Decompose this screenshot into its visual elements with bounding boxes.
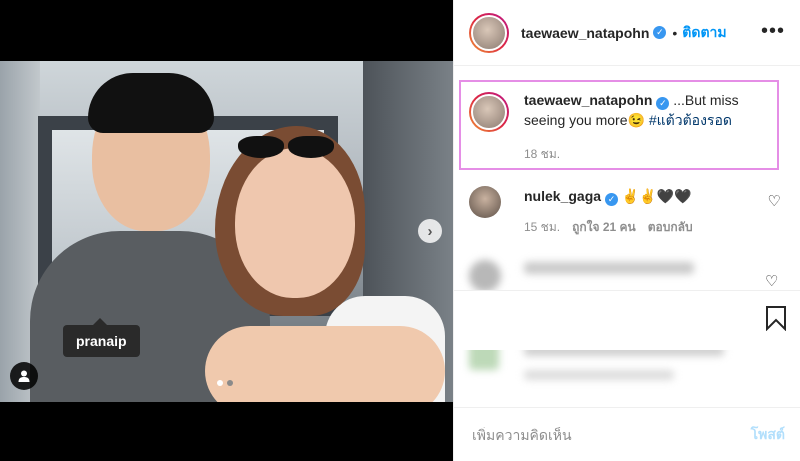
post-button[interactable]: โพสต์ <box>751 424 785 446</box>
comment-username[interactable]: nulek_gaga <box>524 188 601 204</box>
follow-button[interactable]: ติดตาม <box>682 22 726 44</box>
heart-icon[interactable]: ♡ <box>768 192 781 210</box>
avatar[interactable] <box>469 92 509 132</box>
caption-timestamp[interactable]: 18 ชม. <box>524 145 779 164</box>
action-bar: ♡ <box>454 273 800 350</box>
comment-text: ✌✌🖤🖤 <box>621 188 692 204</box>
bookmark-icon[interactable] <box>765 305 787 331</box>
user-tag-label[interactable]: pranaip <box>63 318 140 357</box>
header-username[interactable]: taewaew_natapohn <box>521 25 649 41</box>
carousel-dot <box>227 380 233 386</box>
post-sidebar: taewaew_natapohn ✓ • ติดตาม ••• taewaew_… <box>453 0 800 461</box>
heart-icon[interactable]: ♡ <box>765 272 778 290</box>
avatar[interactable] <box>469 186 501 218</box>
media-pane: pranaip › <box>0 0 453 461</box>
comment-likes[interactable]: ถูกใจ 21 คน <box>572 218 636 237</box>
comment-item: nulek_gaga ✓ ✌✌🖤🖤 15 ชม. ถูกใจ 21 คน ตอบก… <box>469 186 789 237</box>
reply-button[interactable]: ตอบกลับ <box>648 218 693 237</box>
verified-badge-icon: ✓ <box>653 26 667 39</box>
sunglasses <box>230 136 340 160</box>
verified-badge-icon: ✓ <box>656 96 670 110</box>
carousel-indicator <box>217 380 233 386</box>
avatar[interactable] <box>469 12 509 53</box>
separator-bullet: • <box>672 24 678 41</box>
comment-timestamp[interactable]: 15 ชม. <box>524 218 560 237</box>
caption-username[interactable]: taewaew_natapohn <box>524 92 652 108</box>
comment-input[interactable] <box>472 426 751 443</box>
more-options-icon[interactable]: ••• <box>761 21 785 41</box>
verified-badge-icon: ✓ <box>605 192 619 206</box>
hashtag-link[interactable]: #แต้วต้องรอด <box>649 112 732 128</box>
user-icon[interactable] <box>10 362 38 390</box>
post-header: taewaew_natapohn ✓ • ติดตาม ••• <box>454 0 800 66</box>
photo-person-woman <box>205 126 445 402</box>
instagram-post-view: pranaip › taewaew_natapohn ✓ • ติดตาม ••… <box>0 0 800 461</box>
carousel-dot-active <box>217 380 223 386</box>
post-caption: taewaew_natapohn ✓ ...But miss seeing you… <box>469 90 779 164</box>
chevron-right-icon[interactable]: › <box>418 219 442 243</box>
comment-composer: โพสต์ <box>454 407 800 461</box>
